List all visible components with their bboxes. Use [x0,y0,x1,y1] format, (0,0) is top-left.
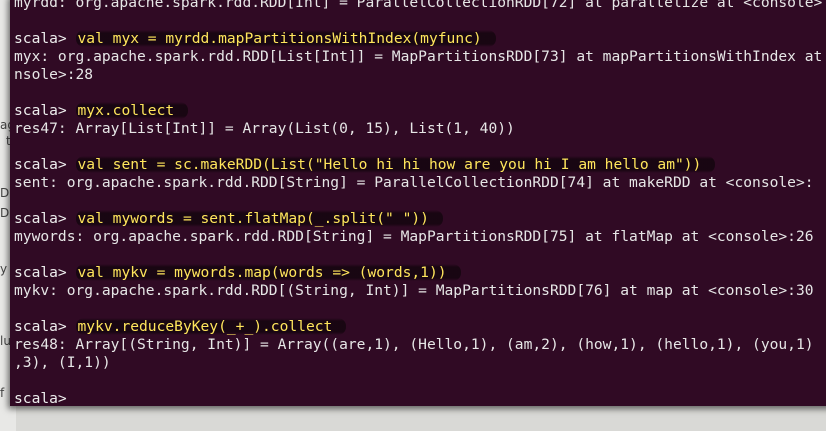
command-line: scala> myx.collect [14,102,826,120]
output-text: myrdd: org.apache.spark.rdd.RDD[Int] = P… [14,0,823,11]
output-text: sent: org.apache.spark.rdd.RDD[String] =… [14,174,814,191]
output-line: sent: org.apache.spark.rdd.RDD[String] =… [14,174,826,192]
active-prompt-line: scala> [14,390,826,406]
output-text: mykv: org.apache.spark.rdd.RDD[(String, … [14,282,814,299]
terminal-output[interactable]: myrdd: org.apache.spark.rdd.RDD[Int] = P… [14,0,826,406]
command-line: scala> val mykv = mywords.map(words => (… [14,264,826,282]
desktop: ag t DD DD y lu f myrdd: org.apache.spar… [0,0,826,431]
output-line: myx: org.apache.spark.rdd.RDD[List[Int]]… [14,48,826,66]
output-text: res47: Array[List[Int]] = Array(List(0, … [14,120,515,137]
output-text: ,3), (I,1)) [14,354,111,371]
output-text: mywords: org.apache.spark.rdd.RDD[String… [14,228,814,245]
output-line: mykv: org.apache.spark.rdd.RDD[(String, … [14,282,826,300]
highlighted-command: mykv.reduceByKey(_+_).collect [75,318,347,335]
command-line: scala> val myx = myrdd.mapPartitionsWith… [14,30,826,48]
output-line: myrdd: org.apache.spark.rdd.RDD[Int] = P… [14,0,826,12]
prompt-label: scala> [14,156,67,173]
prompt-label: scala> [14,390,67,406]
output-line: res47: Array[List[Int]] = Array(List(0, … [14,120,826,138]
output-line: ,3), (I,1)) [14,354,826,372]
highlighted-command: val mykv = mywords.map(words => (words,1… [75,264,461,281]
prompt-label: scala> [14,264,67,281]
command-line: scala> val sent = sc.makeRDD(List("Hello… [14,156,826,174]
background-text-fragment: y [0,262,8,276]
highlighted-command: val mywords = sent.flatMap(_.split(" ")) [75,210,443,227]
prompt-label: scala> [14,318,67,335]
command-line: scala> val mywords = sent.flatMap(_.spli… [14,210,826,228]
output-text: res48: Array[(String, Int)] = Array((are… [14,336,814,353]
output-line: res48: Array[(String, Int)] = Array((are… [14,336,826,354]
command-line: scala> mykv.reduceByKey(_+_).collect [14,318,826,336]
highlighted-command: val myx = myrdd.mapPartitionsWithIndex(m… [75,30,496,47]
terminal-window[interactable]: myrdd: org.apache.spark.rdd.RDD[Int] = P… [10,0,826,406]
prompt-label: scala> [14,210,67,227]
prompt-label: scala> [14,102,67,119]
text-cursor[interactable] [76,390,85,405]
background-text-fragment: f [0,386,5,400]
output-line: nsole>:28 [14,66,826,84]
prompt-label: scala> [14,30,67,47]
output-text: myx: org.apache.spark.rdd.RDD[List[Int]]… [14,48,823,65]
output-text: nsole>:28 [14,66,94,83]
highlighted-command: val sent = sc.makeRDD(List("Hello hi hi … [75,156,716,173]
output-line: mywords: org.apache.spark.rdd.RDD[String… [14,228,826,246]
highlighted-command: myx.collect [75,102,189,119]
